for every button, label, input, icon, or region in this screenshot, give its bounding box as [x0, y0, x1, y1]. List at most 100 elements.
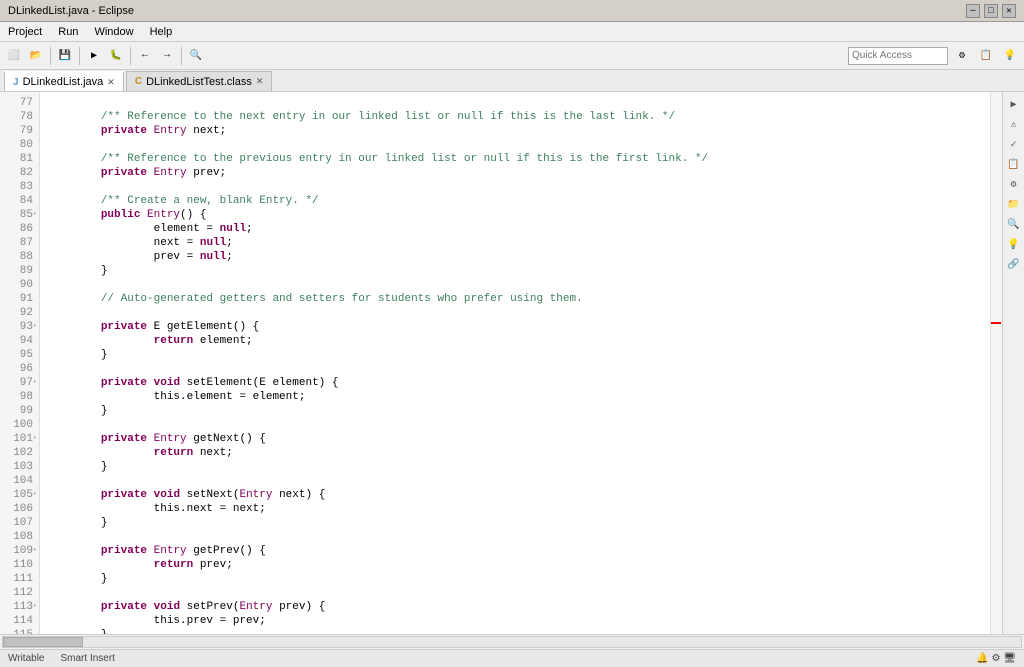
tab-dlinkedlist[interactable]: J DLinkedList.java✕: [4, 71, 124, 91]
line-num-103: 103: [0, 460, 39, 474]
line-num-101: 101: [0, 432, 39, 446]
code-line-77: [48, 96, 982, 110]
horizontal-scrollbar[interactable]: [2, 636, 1022, 648]
code-line-92: [48, 306, 982, 320]
bottom-scrollbar-area: [0, 634, 1024, 649]
line-num-78: 78: [0, 110, 39, 124]
code-line-90: [48, 278, 982, 292]
toolbar-save[interactable]: 💾: [55, 46, 75, 66]
line-num-96: 96: [0, 362, 39, 376]
toolbar-separator-4: [181, 47, 182, 65]
tab-test-icon: C: [135, 76, 142, 87]
code-line-89: }: [48, 264, 982, 278]
code-line-81: /** Reference to the previous entry in o…: [48, 152, 982, 166]
minimap-indicator: [991, 322, 1001, 324]
code-line-102: return next;: [48, 446, 982, 460]
line-num-95: 95: [0, 348, 39, 362]
toolbar-extra-3[interactable]: 💡: [1000, 46, 1020, 66]
tab-dlinkedlist-label: DLinkedList.java: [23, 76, 104, 88]
menu-item-help[interactable]: Help: [146, 25, 177, 39]
line-num-94: 94: [0, 334, 39, 348]
sidebar-icon-9[interactable]: 🔗: [1005, 256, 1023, 274]
code-content[interactable]: /** Reference to the next entry in our l…: [40, 92, 990, 634]
status-bar: Writable Smart Insert 🔔 ⚙ 🖥: [0, 649, 1024, 667]
line-num-89: 89: [0, 264, 39, 278]
right-sidebar: ▶ ⚠ ✓ 📋 ⚙ 📁 🔍 💡 🔗: [1002, 92, 1024, 634]
sidebar-icon-6[interactable]: 📁: [1005, 196, 1023, 214]
line-num-109: 109: [0, 544, 39, 558]
sidebar-icon-2[interactable]: ⚠: [1005, 116, 1023, 134]
menu-item-run[interactable]: Run: [54, 25, 82, 39]
scroll-thumb[interactable]: [3, 637, 83, 647]
tab-dlinkedlist-close[interactable]: ✕: [107, 77, 115, 88]
code-line-114: this.prev = prev;: [48, 614, 982, 628]
code-line-88: prev = null;: [48, 250, 982, 264]
sidebar-icon-5[interactable]: ⚙: [1005, 176, 1023, 194]
line-num-110: 110: [0, 558, 39, 572]
sidebar-icon-7[interactable]: 🔍: [1005, 216, 1023, 234]
title-bar: DLinkedList.java - Eclipse ─ □ ✕: [0, 0, 1024, 22]
code-line-108: [48, 530, 982, 544]
code-line-78: /** Reference to the next entry in our l…: [48, 110, 982, 124]
line-num-77: 77: [0, 96, 39, 110]
toolbar-new[interactable]: ⬜: [4, 46, 24, 66]
line-num-105: 105: [0, 488, 39, 502]
code-line-96: [48, 362, 982, 376]
line-num-83: 83: [0, 180, 39, 194]
tab-dlinkedlist-icon: J: [13, 77, 19, 88]
minimize-button[interactable]: ─: [966, 4, 980, 18]
line-num-97: 97: [0, 376, 39, 390]
code-line-82: private Entry prev;: [48, 166, 982, 180]
toolbar-search[interactable]: 🔍: [186, 46, 206, 66]
toolbar-separator-2: [79, 47, 80, 65]
code-line-80: [48, 138, 982, 152]
line-num-107: 107: [0, 516, 39, 530]
line-num-98: 98: [0, 390, 39, 404]
sidebar-icon-4[interactable]: 📋: [1005, 156, 1023, 174]
line-num-79: 79: [0, 124, 39, 138]
code-line-105: private void setNext(Entry next) {: [48, 488, 982, 502]
code-line-100: [48, 418, 982, 432]
line-num-92: 92: [0, 306, 39, 320]
line-num-90: 90: [0, 278, 39, 292]
tab-test[interactable]: C DLinkedListTest.class ✕: [126, 71, 273, 91]
minimap: [990, 92, 1002, 634]
toolbar-extra-1[interactable]: ⚙: [952, 46, 972, 66]
sidebar-icon-8[interactable]: 💡: [1005, 236, 1023, 254]
code-line-103: }: [48, 460, 982, 474]
toolbar-separator-1: [50, 47, 51, 65]
line-numbers: 7778798081828384858687888990919293949596…: [0, 92, 40, 634]
menu-item-project[interactable]: Project: [4, 25, 46, 39]
tab-test-label: DLinkedListTest.class: [146, 76, 252, 88]
code-line-110: return prev;: [48, 558, 982, 572]
code-line-84: /** Create a new, blank Entry. */: [48, 194, 982, 208]
code-line-111: }: [48, 572, 982, 586]
menu-item-window[interactable]: Window: [90, 25, 137, 39]
line-num-85: 85: [0, 208, 39, 222]
close-button[interactable]: ✕: [1002, 4, 1016, 18]
sidebar-icon-3[interactable]: ✓: [1005, 136, 1023, 154]
toolbar-debug[interactable]: 🐛: [106, 46, 126, 66]
quick-access-input[interactable]: [848, 47, 948, 65]
toolbar-back[interactable]: ←: [135, 46, 155, 66]
line-num-115: 115: [0, 628, 39, 634]
maximize-button[interactable]: □: [984, 4, 998, 18]
line-num-80: 80: [0, 138, 39, 152]
status-insert: Smart Insert: [61, 653, 115, 664]
code-editor: 7778798081828384858687888990919293949596…: [0, 92, 1002, 634]
line-num-91: 91: [0, 292, 39, 306]
code-line-109: private Entry getPrev() {: [48, 544, 982, 558]
code-line-98: this.element = element;: [48, 390, 982, 404]
line-num-86: 86: [0, 222, 39, 236]
menu-bar: Project Run Window Help: [0, 22, 1024, 42]
toolbar-forward[interactable]: →: [157, 46, 177, 66]
sidebar-icon-1[interactable]: ▶: [1005, 96, 1023, 114]
toolbar-run[interactable]: ▶: [84, 46, 104, 66]
toolbar-extra-2[interactable]: 📋: [976, 46, 996, 66]
tab-test-close[interactable]: ✕: [256, 76, 264, 87]
code-line-104: [48, 474, 982, 488]
toolbar-open[interactable]: 📂: [26, 46, 46, 66]
code-line-79: private Entry next;: [48, 124, 982, 138]
line-num-87: 87: [0, 236, 39, 250]
code-line-97: private void setElement(E element) {: [48, 376, 982, 390]
